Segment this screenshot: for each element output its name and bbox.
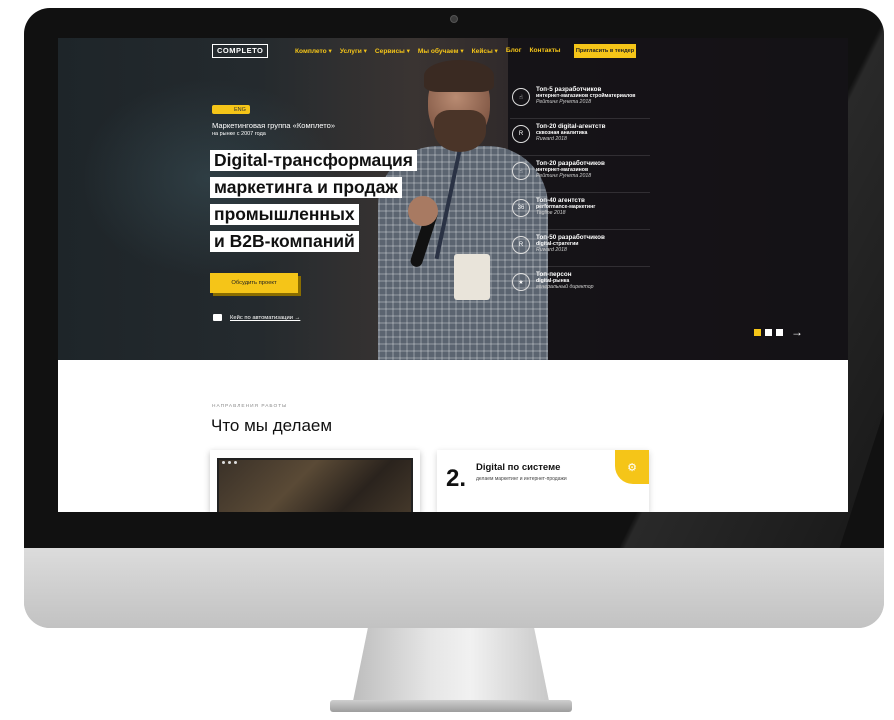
tagline-36-icon: 36 — [512, 199, 530, 217]
slider-dot[interactable] — [765, 328, 772, 336]
headline-line: и B2B-компаний — [210, 231, 359, 252]
award-title: Топ-50 разработчиков — [536, 234, 605, 241]
website-screen: COMPLETO Комплето ▾ Услуги ▾ Сервисы ▾ М… — [58, 38, 848, 512]
nav-item-services[interactable]: Услуги ▾ — [340, 47, 367, 55]
imac-stand — [352, 628, 550, 706]
window-dots-icon — [222, 461, 237, 464]
slider-dot-active[interactable] — [754, 328, 761, 336]
window-dot — [234, 461, 237, 464]
speaker-beard — [434, 110, 486, 152]
language-toggle[interactable]: ENG — [212, 105, 250, 114]
service-card-1[interactable] — [210, 450, 420, 512]
hand-award-icon: ☝ — [512, 88, 530, 106]
window-dot — [228, 461, 231, 464]
award-item: 36 Топ-40 агентств performance-маркетинг… — [510, 193, 650, 230]
discuss-project-button[interactable]: Обсудить проект — [210, 273, 298, 293]
award-item: R Топ-20 digital-агентств сквозная анали… — [510, 119, 650, 156]
nav-item-blog[interactable]: Блог — [506, 47, 522, 55]
speaker-badge — [454, 254, 490, 300]
nav-item-training[interactable]: Мы обучаем ▾ — [418, 47, 464, 55]
card-number: 2. — [446, 465, 467, 492]
award-item: R Топ-50 разработчиков digital-стратегии… — [510, 230, 650, 267]
service-card-2[interactable]: 2. Digital по системе делаем маркетинг и… — [437, 450, 649, 512]
nav-menu: Комплето ▾ Услуги ▾ Сервисы ▾ Мы обучаем… — [295, 47, 569, 55]
award-title: Топ-персон — [536, 271, 572, 278]
slider-pagination: → — [754, 326, 803, 338]
award-title: Топ-20 разработчиков — [536, 160, 605, 167]
arrow-right-icon[interactable]: → — [791, 326, 803, 338]
section-eyebrow: НАПРАВЛЕНИЯ РАБОТЫ — [212, 404, 288, 409]
automation-case-link[interactable]: Кейс по автоматизации → — [230, 315, 300, 321]
award-item: ☝ Топ-5 разработчиков интернет-магазинов… — [510, 82, 650, 119]
language-toggle-knob — [213, 106, 231, 113]
ruward-icon: R — [512, 236, 530, 254]
award-source: Ruward 2018 — [536, 247, 567, 253]
award-title: Топ-40 агентств — [536, 197, 585, 204]
section-title: Что мы делаем — [211, 416, 333, 435]
award-source: Рейтинг Рунета 2018 — [536, 99, 592, 105]
card-title: Digital по системе — [476, 462, 561, 473]
hero-tagline: Маркетинговая группа «Комплето» — [212, 121, 336, 130]
imac-chin — [24, 548, 884, 628]
headline-line: Digital-трансформация — [210, 150, 418, 171]
ruward-icon: R — [512, 125, 530, 143]
hero-headline: Digital-трансформация маркетинга и прода… — [210, 150, 418, 258]
hand-award-icon: ☝ — [512, 162, 530, 180]
invite-to-tender-button[interactable]: Пригласить в тендер — [574, 44, 636, 58]
hero-section: COMPLETO Комплето ▾ Услуги ▾ Сервисы ▾ М… — [58, 38, 848, 360]
window-dot — [222, 461, 225, 464]
laurel-icon: ★ — [512, 273, 530, 291]
hero-since: на рынке с 2007 года — [212, 131, 266, 137]
nav-item-tools[interactable]: Сервисы ▾ — [375, 47, 410, 55]
imac-stand-base — [330, 700, 572, 712]
nav-item-contacts[interactable]: Контакты — [529, 47, 560, 55]
headline-line: маркетинга и продаж — [210, 177, 402, 198]
award-item: ★ Топ-персон digital-рынка генеральный д… — [510, 267, 650, 304]
nav-item-cases[interactable]: Кейсы ▾ — [472, 47, 498, 55]
briefcase-icon — [213, 314, 222, 321]
award-source: Рейтинг Рунета 2018 — [536, 173, 592, 179]
award-source: генеральный директор — [536, 284, 594, 290]
site-logo[interactable]: COMPLETO — [212, 44, 269, 58]
award-source: Ruward 2018 — [536, 136, 567, 142]
award-title: Топ-5 разработчиков — [536, 86, 602, 93]
award-source: Tagline 2018 — [536, 210, 566, 216]
award-item: ☝ Топ-20 разработчиков интернет-магазино… — [510, 156, 650, 193]
top-navigation: COMPLETO Комплето ▾ Услуги ▾ Сервисы ▾ М… — [58, 38, 848, 66]
language-label: ENG — [234, 106, 246, 113]
nav-item-kompleto[interactable]: Комплето ▾ — [295, 47, 332, 55]
card-subtitle: делаем маркетинг и интернет-продажи — [476, 476, 567, 482]
gear-icon: ⚙ — [615, 450, 649, 484]
headline-line: промышленных — [210, 204, 359, 225]
slider-dot[interactable] — [776, 328, 783, 336]
camera-icon — [450, 15, 458, 23]
awards-list: ☝ Топ-5 разработчиков интернет-магазинов… — [510, 82, 650, 304]
card-preview-image — [217, 458, 413, 512]
award-title: Топ-20 digital-агентств — [536, 123, 606, 130]
